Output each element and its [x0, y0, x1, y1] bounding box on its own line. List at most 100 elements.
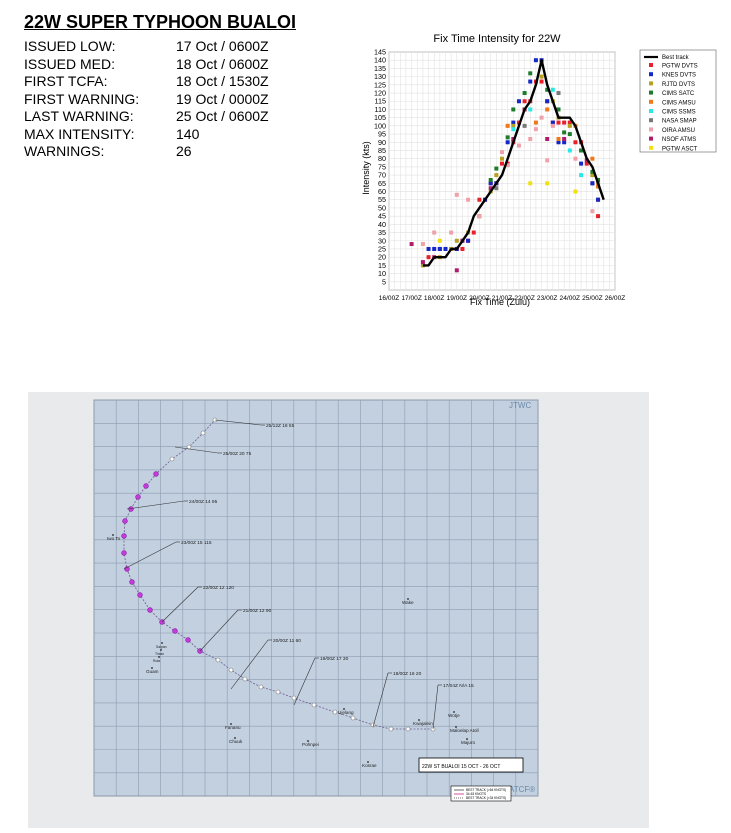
track-point — [129, 579, 135, 585]
info-row-first-warning: FIRST WARNING: 19 Oct / 0000Z — [24, 91, 269, 109]
fix-point — [522, 91, 527, 96]
info-label: FIRST WARNING: — [24, 90, 140, 107]
info-value: 19 Oct / 0000Z — [176, 90, 269, 107]
fix-point — [573, 156, 578, 161]
fix-point — [539, 74, 544, 79]
legend-line-3-label: BEST TRACK (<34 KNOTS) — [466, 796, 506, 800]
fix-point — [539, 79, 544, 84]
y-tick-label: 105 — [374, 113, 386, 122]
legend-swatch — [649, 72, 653, 77]
legend-swatch — [649, 127, 653, 132]
legend-label: KNES DVTS — [662, 73, 696, 79]
fix-point — [449, 230, 454, 235]
x-tick-label: 20/00Z — [469, 295, 490, 302]
info-row-max-intensity: MAX INTENSITY: 140 — [24, 126, 269, 144]
legend-label: OIRA AMSU — [662, 128, 695, 134]
track-point — [121, 550, 127, 556]
legend-label: NSOF ATMS — [662, 137, 696, 143]
fix-point — [511, 107, 516, 112]
legend-swatch — [649, 90, 653, 95]
x-tick-label: 22/00Z — [514, 295, 535, 302]
place-marker — [160, 649, 162, 651]
fix-point — [466, 197, 471, 202]
track-point — [311, 702, 317, 708]
fix-point — [579, 161, 584, 166]
fix-point — [550, 123, 555, 128]
fix-point — [454, 268, 459, 273]
info-value: 140 — [176, 125, 200, 142]
fix-point — [573, 189, 578, 194]
track-point — [147, 607, 153, 613]
y-tick-label: 55 — [378, 195, 386, 204]
y-tick-label: 5 — [382, 277, 386, 286]
fix-point — [511, 127, 516, 132]
track-point — [200, 430, 206, 436]
track-annotation: 20/00Z 11 60 — [273, 638, 301, 644]
x-tick-label: 24/00Z — [560, 295, 581, 302]
place-label: Chuuk — [229, 739, 243, 744]
fix-point — [409, 242, 414, 247]
legend-swatch — [649, 109, 653, 113]
info-row-warnings: WARNINGS: 26 — [24, 143, 269, 161]
fix-point — [500, 161, 504, 166]
y-tick-label: 60 — [378, 187, 386, 196]
intensity-chart-svg: Fix Time Intensity for 22W Fix Time (Zul… — [361, 33, 717, 307]
fix-point — [528, 136, 533, 141]
info-row-first-tcfa: FIRST TCFA: 18 Oct / 1530Z — [24, 73, 269, 91]
fix-point — [494, 173, 499, 178]
y-tick-label: 145 — [374, 48, 386, 57]
x-tick-label: 26/00Z — [605, 295, 626, 302]
track-point — [388, 726, 394, 732]
fix-point — [556, 136, 561, 141]
fix-point — [505, 135, 510, 140]
x-tick-label: 16/00Z — [379, 295, 400, 302]
x-tick-label: 19/00Z — [447, 295, 468, 302]
y-tick-label: 130 — [374, 72, 386, 81]
track-point — [135, 494, 141, 500]
fix-point — [533, 58, 538, 63]
track-point — [185, 637, 191, 643]
track-annotation: 19/00Z 17 30 — [320, 656, 349, 662]
fix-point — [573, 140, 578, 145]
legend-swatch — [649, 136, 653, 141]
track-point — [215, 657, 221, 663]
track-point — [275, 689, 281, 695]
fix-point — [500, 150, 504, 155]
fix-point — [528, 71, 533, 76]
info-value: 17 Oct / 0600Z — [176, 38, 269, 54]
fix-point — [477, 214, 482, 219]
place-label: Guam — [146, 669, 159, 674]
fix-point — [545, 158, 550, 163]
fix-point — [596, 214, 601, 219]
y-tick-label: 20 — [378, 253, 386, 262]
place-label: Maloelap Atoll — [450, 728, 479, 733]
track-point — [291, 695, 297, 701]
fix-point — [528, 107, 533, 112]
info-row-last-warning: LAST WARNING: 25 Oct / 0600Z — [24, 108, 269, 126]
legend-label-best-track: Best track — [662, 55, 690, 61]
info-value: 18 Oct / 0600Z — [176, 55, 269, 72]
info-label: LAST WARNING: — [24, 108, 134, 124]
map-legend-title: 22W ST BUALOI 15 OCT - 26 OCT — [422, 764, 500, 770]
y-tick-label: 75 — [378, 162, 386, 171]
info-row-issued-med: ISSUED MED: 18 Oct / 0600Z — [24, 56, 269, 74]
fix-point — [562, 120, 567, 125]
track-point — [143, 483, 149, 489]
x-tick-label: 25/00Z — [582, 295, 603, 302]
info-value: 26 — [176, 143, 192, 159]
y-tick-label: 40 — [378, 220, 386, 229]
track-annotation: 24/00Z 14 95 — [189, 499, 218, 505]
info-label: MAX INTENSITY: — [24, 125, 135, 142]
fix-point — [516, 143, 521, 148]
info-label: ISSUED LOW: — [24, 38, 116, 54]
y-tick-label: 30 — [378, 236, 386, 245]
track-point — [332, 709, 338, 715]
y-tick-label: 15 — [378, 261, 386, 270]
x-tick-label: 17/00Z — [401, 295, 422, 302]
fix-point — [562, 136, 567, 141]
fix-point — [432, 246, 437, 251]
track-annotation: 23/00Z 15 115 — [181, 540, 212, 546]
place-label: Saipan — [156, 645, 167, 649]
info-row-issued-low: ISSUED LOW: 17 Oct / 0600Z — [24, 38, 269, 56]
place-label: Majuro — [461, 740, 475, 745]
